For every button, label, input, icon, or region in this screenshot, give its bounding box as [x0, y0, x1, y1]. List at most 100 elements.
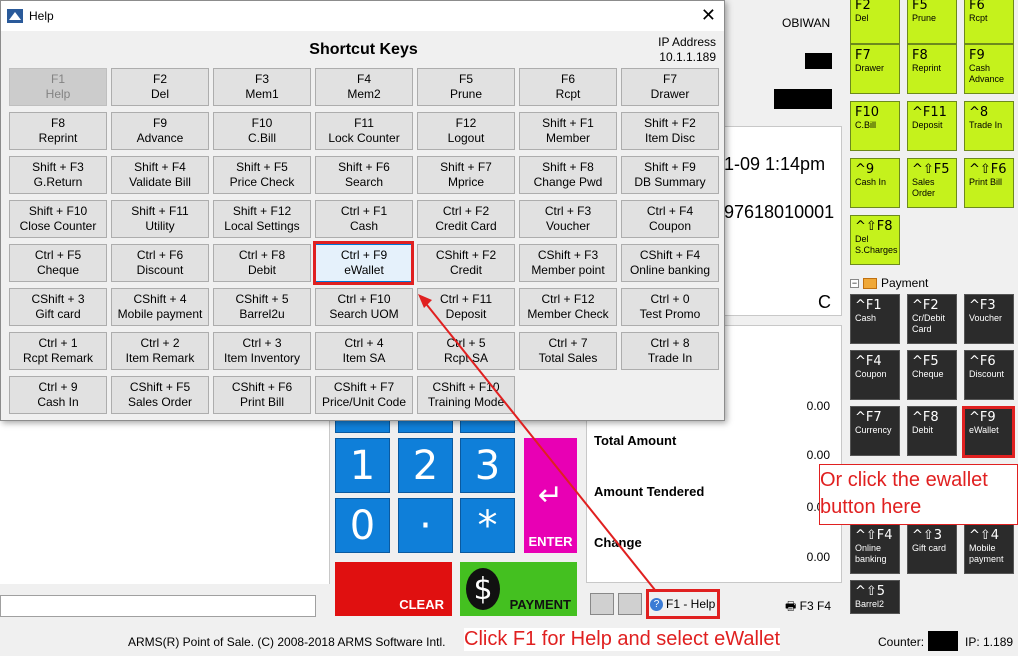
nav-button[interactable]	[618, 593, 642, 615]
shortcut-key-button[interactable]: CShift + F2 Credit	[417, 244, 515, 282]
payment-key-button[interactable]: ^F4 Coupon	[850, 350, 900, 400]
barcode-input[interactable]	[0, 595, 316, 617]
shortcut-key-button[interactable]: CShift + 5 Barrel2u	[213, 288, 311, 326]
keypad-star-button[interactable]: *	[460, 498, 515, 553]
shortcut-key-button[interactable]: Ctrl + F6 Discount	[111, 244, 209, 282]
payment-key-button[interactable]: ^F2 Cr/Debit Card	[907, 294, 957, 344]
shortcut-key-button[interactable]: Ctrl + F4 Coupon	[621, 200, 719, 238]
shortcut-key-label: Online banking	[629, 263, 711, 277]
shortcut-key-button[interactable]: Shift + F5 Price Check	[213, 156, 311, 194]
shortcut-key-button[interactable]: F8 Reprint	[9, 112, 107, 150]
shortcut-key-button[interactable]: Ctrl + 1 Rcpt Remark	[9, 332, 107, 370]
shortcut-key-button[interactable]: Ctrl + 0 Test Promo	[621, 288, 719, 326]
shortcut-key-button[interactable]: Shift + F8 Change Pwd	[519, 156, 617, 194]
clear-button[interactable]: CLEAR	[335, 562, 452, 616]
shortcut-key-button[interactable]: F4 Mem2	[315, 68, 413, 106]
payment-key-button[interactable]: ^⇧4 Mobile payment	[964, 524, 1014, 574]
function-key-button[interactable]: ^⇧F6 Print Bill	[964, 158, 1014, 208]
shortcut-key-button[interactable]: Shift + F11 Utility	[111, 200, 209, 238]
keypad-row-partial[interactable]	[398, 419, 453, 433]
shortcut-key-button[interactable]: Ctrl + F3 Voucher	[519, 200, 617, 238]
shortcut-key-button[interactable]: Shift + F3 G.Return	[9, 156, 107, 194]
shortcut-key-button[interactable]: F3 Mem1	[213, 68, 311, 106]
shortcut-key-button[interactable]: Ctrl + 7 Total Sales	[519, 332, 617, 370]
shortcut-key-button[interactable]: F10 C.Bill	[213, 112, 311, 150]
shortcut-key-button[interactable]: F7 Drawer	[621, 68, 719, 106]
shortcut-key-label: Test Promo	[639, 307, 701, 321]
function-key-button[interactable]: ^⇧F5 Sales Order	[907, 158, 957, 208]
enter-button[interactable]: ↵ ENTER	[524, 438, 577, 553]
keypad-row-partial[interactable]	[460, 419, 515, 433]
shortcut-key-button[interactable]: Ctrl + F11 Deposit	[417, 288, 515, 326]
shortcut-key-button[interactable]: CShift + 3 Gift card	[9, 288, 107, 326]
function-key-button[interactable]: ^F11 Deposit	[907, 101, 957, 151]
function-key-label: Rcpt	[969, 13, 988, 23]
function-key-button[interactable]: ^8 Trade In	[964, 101, 1014, 151]
shortcut-key-button[interactable]: Ctrl + 5 Rcpt SA	[417, 332, 515, 370]
shortcut-key-button[interactable]: Ctrl + 8 Trade In	[621, 332, 719, 370]
shortcut-key-button[interactable]: Ctrl + 2 Item Remark	[111, 332, 209, 370]
payment-key-button[interactable]: ^F8 Debit	[907, 406, 957, 456]
shortcut-key-button[interactable]: Shift + F10 Close Counter	[9, 200, 107, 238]
shortcut-key-button[interactable]: Ctrl + 4 Item SA	[315, 332, 413, 370]
keypad-0-button[interactable]: 0	[335, 498, 390, 553]
shortcut-key-button[interactable]: CShift + F3 Member point	[519, 244, 617, 282]
shortcut-key-button[interactable]: Ctrl + F2 Credit Card	[417, 200, 515, 238]
shortcut-key-button[interactable]: Shift + F12 Local Settings	[213, 200, 311, 238]
function-key-button[interactable]: F9 Cash Advance	[964, 44, 1014, 94]
function-key-button[interactable]: F10 C.Bill	[850, 101, 900, 151]
shortcut-key-button[interactable]: Shift + F2 Item Disc	[621, 112, 719, 150]
shortcut-key-button[interactable]: Shift + F7 Mprice	[417, 156, 515, 194]
shortcut-key-button[interactable]: CShift + F5 Sales Order	[111, 376, 209, 414]
shortcut-key-label: Item Remark	[125, 351, 195, 365]
payment-key-button[interactable]: ^F5 Cheque	[907, 350, 957, 400]
function-key-button[interactable]: ^9 Cash In	[850, 158, 900, 208]
shortcut-key-button[interactable]: Ctrl + F12 Member Check	[519, 288, 617, 326]
shortcut-key-button[interactable]: F6 Rcpt	[519, 68, 617, 106]
shortcut-key-button[interactable]: Ctrl + F5 Cheque	[9, 244, 107, 282]
keypad-1-button[interactable]: 1	[335, 438, 390, 493]
shortcut-key-button[interactable]: Ctrl + F8 Debit	[213, 244, 311, 282]
payment-key-button[interactable]: ^F3 Voucher	[964, 294, 1014, 344]
function-key-button[interactable]: F7 Drawer	[850, 44, 900, 94]
shortcut-key-button[interactable]: F9 Advance	[111, 112, 209, 150]
shortcut-key-button[interactable]: Ctrl + F1 Cash	[315, 200, 413, 238]
shortcut-key-button[interactable]: CShift + F10 Training Mode	[417, 376, 515, 414]
shortcut-key-button[interactable]: F12 Logout	[417, 112, 515, 150]
shortcut-key-button[interactable]: Shift + F4 Validate Bill	[111, 156, 209, 194]
keypad-row-partial[interactable]	[335, 419, 390, 433]
function-key-button[interactable]: F6 Rcpt	[964, 0, 1014, 44]
payment-group-header[interactable]: − Payment	[850, 276, 928, 290]
shortcut-key-button[interactable]: F2 Del	[111, 68, 209, 106]
shortcut-key-button[interactable]: Shift + F9 DB Summary	[621, 156, 719, 194]
function-key-button[interactable]: F5 Prune	[907, 0, 957, 44]
payment-key-button[interactable]: ^F6 Discount	[964, 350, 1014, 400]
keypad-dot-button[interactable]: ·	[398, 498, 453, 553]
payment-key-button[interactable]: ^⇧3 Gift card	[907, 524, 957, 574]
shortcut-key-button[interactable]: CShift + F6 Print Bill	[213, 376, 311, 414]
shortcut-key-label: Member point	[531, 263, 605, 277]
shortcut-key-button[interactable]: F5 Prune	[417, 68, 515, 106]
shortcut-key-button[interactable]: Shift + F1 Member	[519, 112, 617, 150]
shortcut-key-button[interactable]: Shift + F6 Search	[315, 156, 413, 194]
shortcut-key-button[interactable]: CShift + 4 Mobile payment	[111, 288, 209, 326]
nav-button[interactable]	[590, 593, 614, 615]
shortcut-key-button[interactable]: CShift + F4 Online banking	[621, 244, 719, 282]
payment-key-button[interactable]: ^⇧F4 Online banking	[850, 524, 900, 574]
payment-button[interactable]: $ PAYMENT	[460, 562, 577, 616]
print-keys[interactable]: 🖶 F3 F4	[785, 597, 831, 618]
shortcut-key-button[interactable]: Ctrl + F10 Search UOM	[315, 288, 413, 326]
payment-key-button[interactable]: ^F1 Cash	[850, 294, 900, 344]
keypad-3-button[interactable]: 3	[460, 438, 515, 493]
shortcut-key-button[interactable]: F11 Lock Counter	[315, 112, 413, 150]
function-key-button[interactable]: F8 Reprint	[907, 44, 957, 94]
shortcut-key-button[interactable]: Ctrl + 3 Item Inventory	[213, 332, 311, 370]
function-key-button[interactable]: F2 Del	[850, 0, 900, 44]
payment-key-button[interactable]: ^⇧5 Barrel2	[850, 580, 900, 614]
shortcut-key-button[interactable]: Ctrl + 9 Cash In	[9, 376, 107, 414]
shortcut-key-button[interactable]: CShift + F7 Price/Unit Code	[315, 376, 413, 414]
keypad-2-button[interactable]: 2	[398, 438, 453, 493]
payment-key-button[interactable]: ^F7 Currency	[850, 406, 900, 456]
function-key-button[interactable]: ^⇧F8 Del S.Charges	[850, 215, 900, 265]
close-icon[interactable]: ✕	[701, 5, 716, 26]
